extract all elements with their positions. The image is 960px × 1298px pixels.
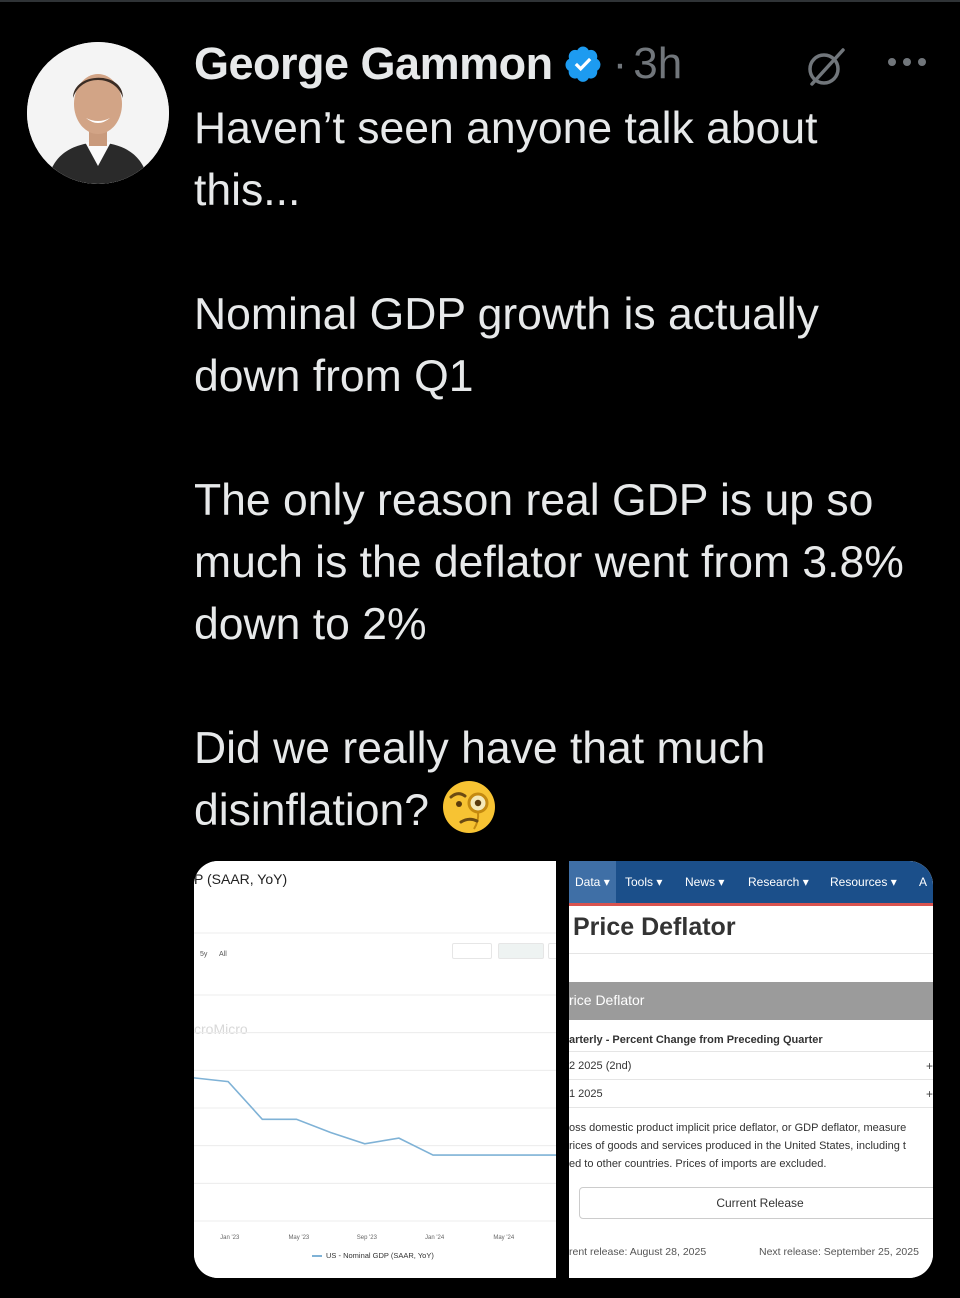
tweet-media[interactable]: P (SAAR, YoY) 5y All croMicro Jan '23 May…: [194, 861, 933, 1278]
quarter-row: 2 2025 (2nd): [569, 1060, 632, 1072]
verified-badge-icon: [565, 46, 601, 82]
image-divider: [556, 861, 569, 1278]
chart-image[interactable]: P (SAAR, YoY) 5y All croMicro Jan '23 May…: [194, 861, 556, 1278]
tweet-paragraph: Haven’t seen anyone talk about this...: [194, 104, 818, 215]
nav-item: Research ▾: [748, 875, 809, 889]
legend-swatch: [312, 1255, 322, 1258]
grok-icon[interactable]: [803, 44, 849, 90]
top-divider: [0, 0, 960, 2]
tweet-text: Haven’t seen anyone talk about this... N…: [194, 98, 934, 842]
nav-item: Tools ▾: [625, 875, 663, 889]
page-title: Price Deflator: [573, 913, 736, 941]
tweet-paragraph: Nominal GDP growth is actually down from…: [194, 290, 819, 401]
expand-icon: +: [925, 1087, 933, 1101]
expand-icon: +: [925, 1059, 933, 1073]
more-icon[interactable]: [885, 54, 929, 70]
description: oss domestic product implicit price defl…: [569, 1122, 907, 1170]
tweet-paragraph: The only reason real GDP is up so much i…: [194, 476, 904, 649]
tweet-paragraph: Did we really have that much disinflatio…: [194, 718, 934, 842]
nav-item: Data ▾: [569, 861, 616, 903]
separator-dot: ·: [612, 39, 628, 88]
avatar[interactable]: [27, 42, 169, 184]
timestamp[interactable]: 3h: [633, 39, 682, 89]
face-with-monocle-icon: [443, 781, 496, 834]
nav-item: A: [919, 875, 928, 889]
nav-item: News ▾: [685, 875, 725, 889]
x-tick-label: Sep '23: [357, 1235, 378, 1241]
x-tick-label: May '23: [288, 1235, 309, 1241]
x-tick-label: Jan '24: [425, 1235, 445, 1241]
series-line: [194, 1077, 556, 1156]
x-tick-label: May '24: [493, 1235, 514, 1241]
avatar-photo: [27, 42, 169, 184]
quarter-row: 1 2025: [569, 1088, 603, 1100]
current-release-date: rent release: August 28, 2025: [569, 1246, 707, 1258]
legend-label: US - Nominal GDP (SAAR, YoY): [326, 1251, 434, 1260]
author-name[interactable]: George Gammon: [194, 38, 553, 90]
line-chart: Jan '23May '23Sep '23Jan '24May '24S: [194, 932, 556, 1241]
tweet-header: George Gammon · 3h: [194, 36, 682, 92]
next-release-date: Next release: September 25, 2025: [759, 1246, 919, 1258]
section-header: rice Deflator: [569, 982, 933, 1020]
current-release-button: Current Release: [579, 1187, 933, 1219]
x-tick-label: Jan '23: [220, 1235, 240, 1241]
chart-legend: US - Nominal GDP (SAAR, YoY): [312, 1251, 434, 1260]
site-navbar: Data ▾ Tools ▾ News ▾ Research ▾ Resourc…: [569, 861, 933, 906]
nav-item: Resources ▾: [830, 875, 897, 889]
table-subtitle: arterly - Percent Change from Preceding …: [569, 1034, 823, 1046]
bea-screenshot[interactable]: Data ▾ Tools ▾ News ▾ Research ▾ Resourc…: [569, 861, 933, 1278]
